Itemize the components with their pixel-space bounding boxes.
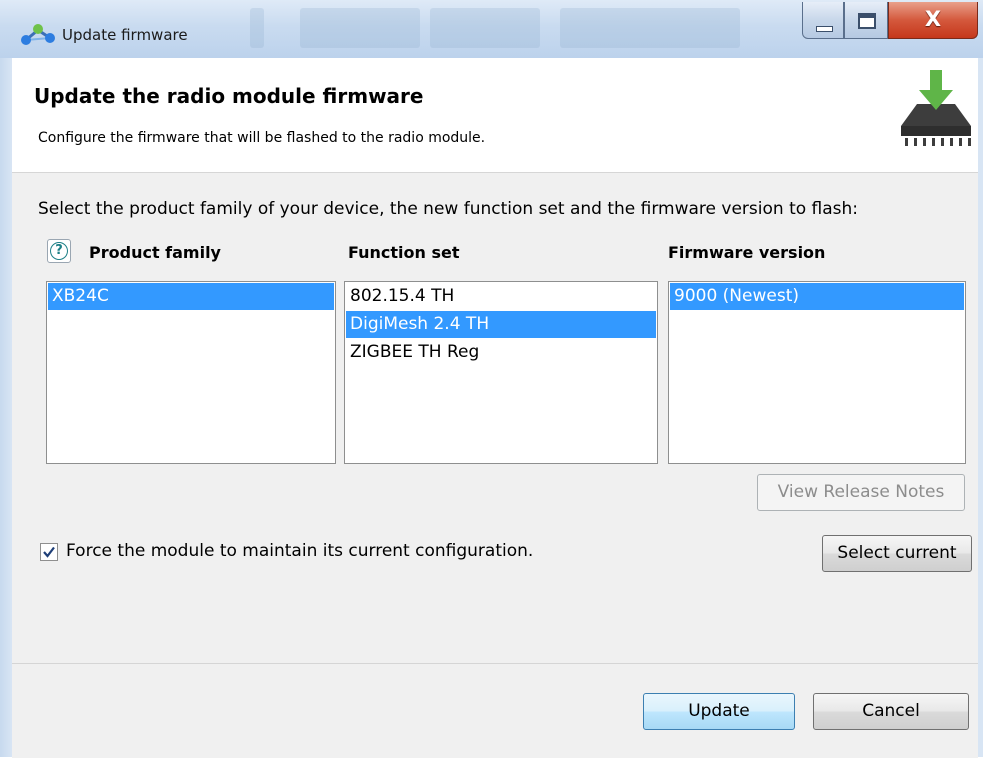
maximize-button[interactable] xyxy=(844,2,888,39)
list-item[interactable]: 802.15.4 TH xyxy=(346,283,656,310)
help-button[interactable]: ? xyxy=(47,239,71,263)
dialog-body: Select the product family of your device… xyxy=(12,173,978,663)
firmware-version-header: Firmware version xyxy=(668,243,826,262)
dialog-footer: Update Cancel xyxy=(12,663,978,758)
background-ghost xyxy=(430,8,540,48)
force-config-checkbox[interactable] xyxy=(40,543,58,561)
minimize-button[interactable] xyxy=(802,2,844,39)
firmware-flash-icon xyxy=(901,70,971,146)
list-item[interactable]: ZIGBEE TH Reg xyxy=(346,339,656,366)
product-family-list[interactable]: XB24C xyxy=(46,281,336,464)
maximize-icon xyxy=(858,13,876,29)
background-ghost xyxy=(300,8,420,48)
cancel-button[interactable]: Cancel xyxy=(813,693,969,730)
window-border-left xyxy=(0,58,12,757)
help-icon: ? xyxy=(50,242,68,260)
function-set-list[interactable]: 802.15.4 TH DigiMesh 2.4 TH ZIGBEE TH Re… xyxy=(344,281,658,464)
select-current-button[interactable]: Select current xyxy=(822,535,972,572)
window-border-right xyxy=(978,58,983,757)
page-title: Update the radio module firmware xyxy=(34,84,424,108)
update-button[interactable]: Update xyxy=(643,693,795,730)
view-release-notes-button[interactable]: View Release Notes xyxy=(757,474,965,511)
product-family-header: Product family xyxy=(89,243,221,262)
force-config-label: Force the module to maintain its current… xyxy=(66,541,534,561)
dialog-header: Update the radio module firmware Configu… xyxy=(12,58,978,173)
checkmark-icon xyxy=(43,546,55,558)
list-item[interactable]: XB24C xyxy=(48,283,334,310)
function-set-header: Function set xyxy=(348,243,460,262)
list-item[interactable]: DigiMesh 2.4 TH xyxy=(346,311,656,338)
background-ghost xyxy=(250,8,264,48)
firmware-version-list[interactable]: 9000 (Newest) xyxy=(668,281,966,464)
close-icon: X xyxy=(924,7,942,31)
window-title: Update firmware xyxy=(62,26,188,44)
title-bar: Update firmware X xyxy=(0,0,983,58)
close-button[interactable]: X xyxy=(888,2,978,39)
minimize-icon xyxy=(816,26,833,32)
background-ghost xyxy=(560,8,740,48)
list-item[interactable]: 9000 (Newest) xyxy=(670,283,964,310)
instruction-text: Select the product family of your device… xyxy=(38,199,859,219)
app-icon xyxy=(21,24,55,45)
page-description: Configure the firmware that will be flas… xyxy=(38,130,486,146)
